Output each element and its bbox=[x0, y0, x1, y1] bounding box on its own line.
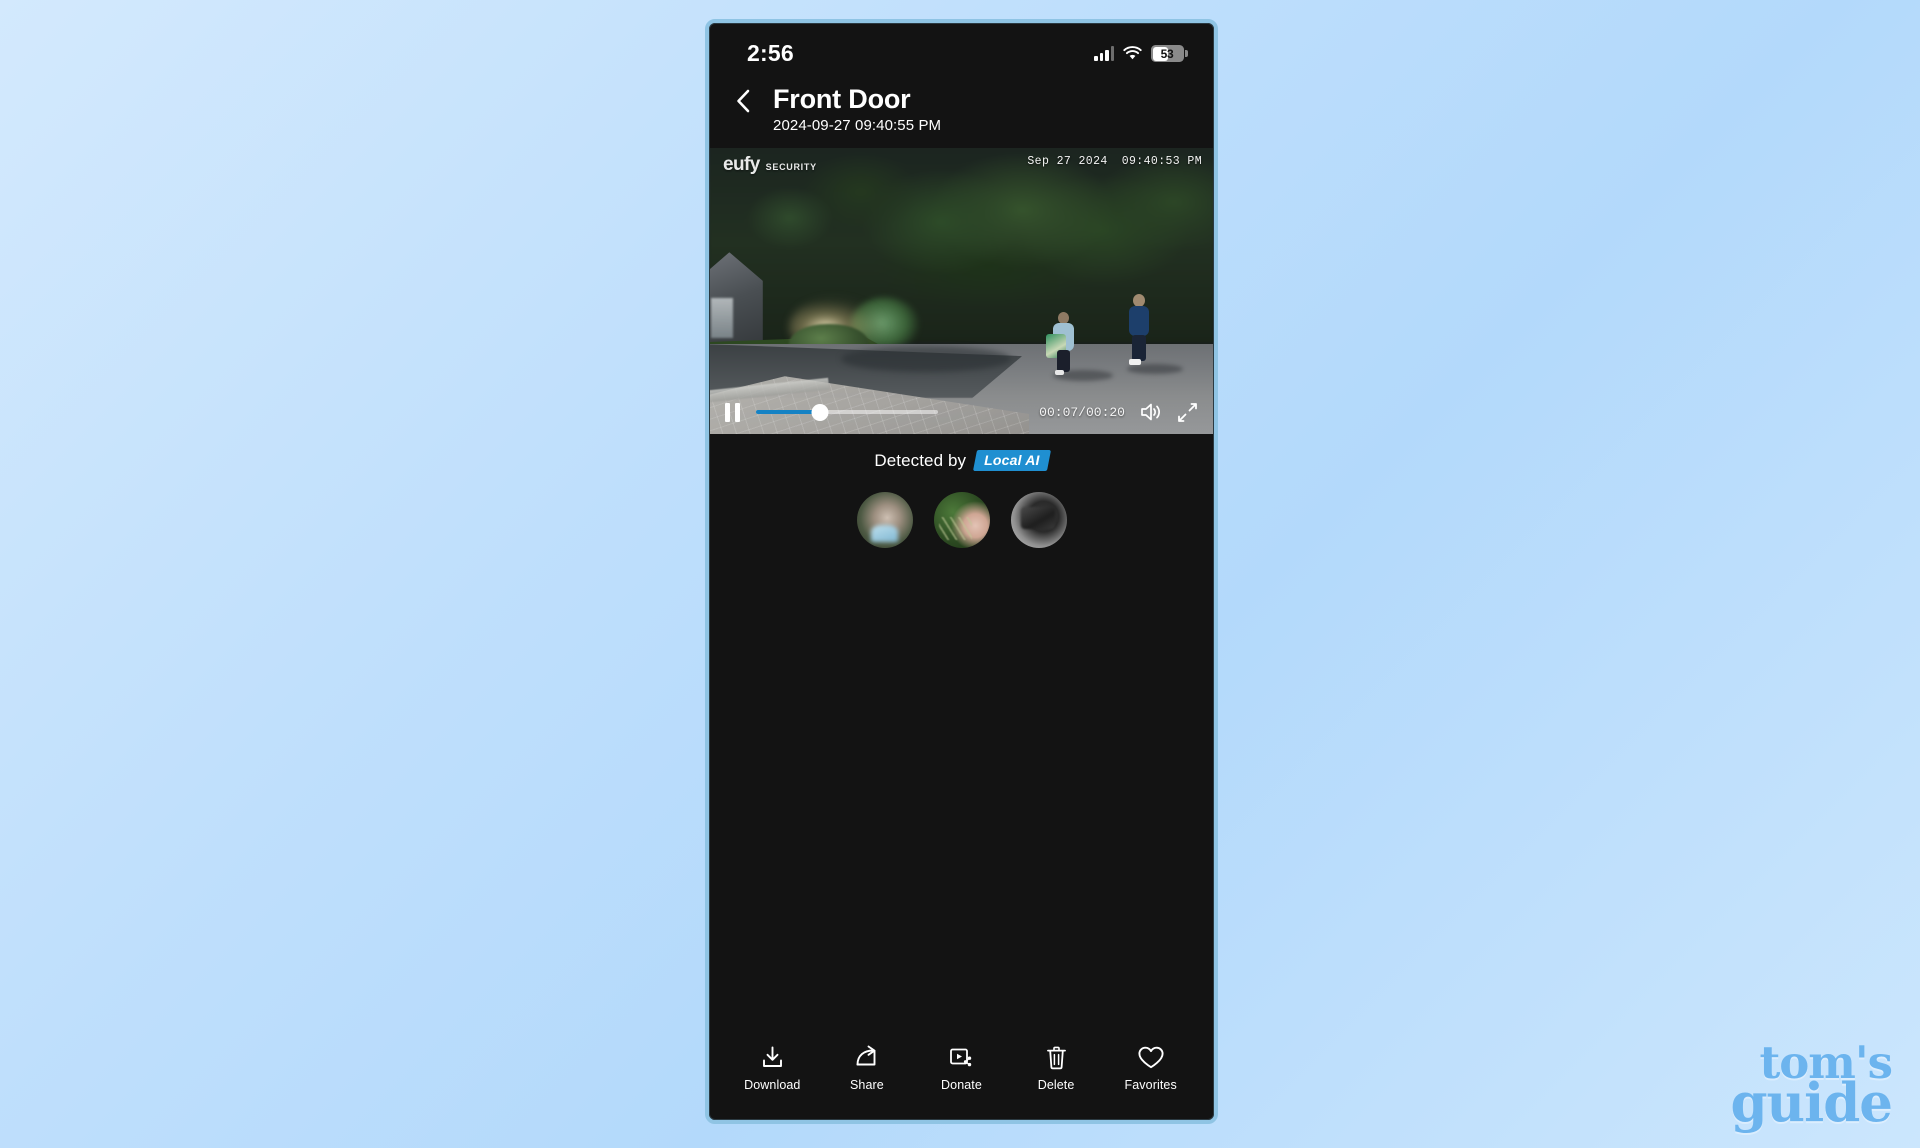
camera-timestamp-overlay: Sep 27 2024 09:40:53 PM bbox=[1027, 155, 1202, 168]
share-button[interactable]: Share bbox=[825, 1044, 909, 1092]
video-person-adult bbox=[1127, 294, 1151, 370]
donate-video-share-icon bbox=[948, 1044, 974, 1071]
detection-thumbnail-2[interactable] bbox=[933, 492, 990, 549]
page-title: Front Door bbox=[773, 84, 911, 114]
eufy-brand-label: eufy bbox=[723, 154, 760, 176]
phone-screen: 2:56 53 Front Door 2024-09-27 09:40:55 P… bbox=[705, 19, 1218, 1124]
eufy-security-label: SECURITY bbox=[765, 162, 817, 173]
fullscreen-expand-icon[interactable] bbox=[1177, 402, 1198, 423]
camera-stamp-time: 09:40:53 PM bbox=[1121, 155, 1202, 169]
video-house-window bbox=[711, 298, 733, 339]
progress-thumb[interactable] bbox=[811, 403, 829, 421]
video-player[interactable]: eufy SECURITY Sep 27 2024 09:40:53 PM 00… bbox=[709, 148, 1214, 435]
heart-icon bbox=[1137, 1044, 1165, 1071]
favorites-button[interactable]: Favorites bbox=[1109, 1044, 1193, 1092]
download-label: Download bbox=[744, 1078, 801, 1092]
bottom-action-toolbar: Download Share Donate Delete Favorites bbox=[709, 1044, 1214, 1092]
donate-button[interactable]: Donate bbox=[919, 1044, 1003, 1092]
download-button[interactable]: Download bbox=[730, 1044, 814, 1092]
detection-thumbnail-1[interactable] bbox=[856, 492, 913, 549]
pause-icon[interactable] bbox=[725, 402, 742, 422]
navigation-header: Front Door 2024-09-27 09:40:55 PM bbox=[709, 78, 1214, 148]
toms-guide-line-2: guide bbox=[1730, 1072, 1893, 1135]
video-time-display: 00:07/00:20 bbox=[1039, 404, 1125, 420]
cellular-signal-icon bbox=[1094, 46, 1114, 61]
trash-icon bbox=[1045, 1044, 1068, 1071]
video-progress-slider[interactable] bbox=[756, 403, 938, 421]
share-label: Share bbox=[849, 1078, 884, 1092]
download-icon bbox=[760, 1044, 785, 1071]
delete-button[interactable]: Delete bbox=[1014, 1044, 1098, 1092]
donate-label: Donate bbox=[941, 1078, 982, 1092]
speaker-on-icon[interactable] bbox=[1139, 401, 1163, 423]
video-person-child bbox=[1046, 312, 1075, 376]
battery-icon: 53 bbox=[1151, 45, 1188, 62]
delete-label: Delete bbox=[1037, 1078, 1075, 1092]
back-chevron-icon[interactable] bbox=[731, 86, 757, 116]
camera-stamp-date: Sep 27 2024 bbox=[1027, 155, 1108, 169]
status-clock: 2:56 bbox=[747, 40, 794, 66]
detection-thumbnails bbox=[709, 475, 1214, 549]
status-bar: 2:56 53 bbox=[709, 23, 1214, 78]
local-ai-badge-label: Local AI bbox=[984, 452, 1040, 469]
local-ai-badge: Local AI bbox=[973, 450, 1051, 472]
toms-guide-watermark: tom's guide bbox=[1730, 1040, 1893, 1135]
share-arrow-icon bbox=[854, 1044, 880, 1071]
video-controls-bar: 00:07/00:20 bbox=[709, 396, 1214, 428]
eufy-watermark: eufy SECURITY bbox=[723, 154, 817, 176]
detection-thumbnail-3[interactable] bbox=[1010, 492, 1067, 549]
battery-percent: 53 bbox=[1160, 46, 1174, 61]
favorites-label: Favorites bbox=[1124, 1078, 1177, 1092]
status-indicators: 53 bbox=[1094, 45, 1188, 62]
wifi-icon bbox=[1123, 46, 1142, 60]
event-timestamp: 2024-09-27 09:40:55 PM bbox=[773, 117, 942, 135]
detected-by-label: Detected by bbox=[874, 450, 967, 470]
detected-by-row: Detected by Local AI bbox=[709, 434, 1214, 475]
